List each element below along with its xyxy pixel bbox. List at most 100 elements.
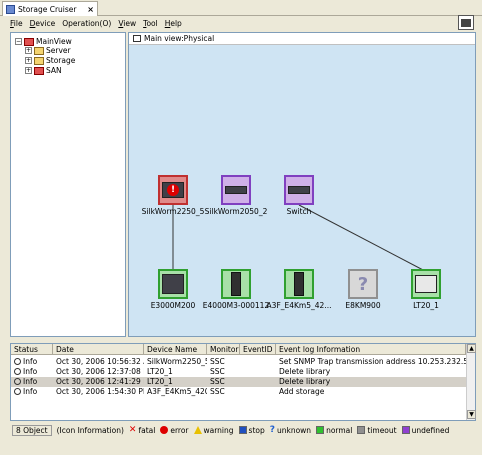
tree-node-storage[interactable]: + Storage	[25, 56, 75, 65]
status-cell: Info	[11, 367, 53, 377]
legend-stop: stop	[238, 425, 265, 435]
printer-icon	[461, 18, 471, 27]
device-label: SilkWorm2250_5	[141, 207, 205, 216]
eventid-cell	[240, 357, 276, 367]
column-header-event-info[interactable]: Event log Information	[276, 344, 466, 355]
column-header-date[interactable]: Date	[53, 344, 144, 355]
date-cell: Oct 30, 2006 1:54:30 PM	[56, 387, 144, 396]
info-icon	[14, 358, 21, 365]
menu-view-label: iew	[123, 19, 137, 28]
legend-label: undefined	[411, 425, 450, 435]
fatal-icon: ✕	[128, 425, 137, 435]
status-text: Info	[23, 387, 38, 396]
device-node-switch[interactable]	[284, 175, 314, 205]
expand-icon[interactable]: +	[25, 57, 32, 64]
storage-tower-icon	[294, 272, 304, 296]
status-cell: Info	[11, 387, 53, 397]
table-row-selected[interactable]: Info Oct 30, 2006 12:41:29 PM LT20_1 SSC…	[11, 377, 466, 387]
date-cell: Oct 30, 2006 10:56:32 AM	[56, 357, 144, 366]
device-node-e3000m200[interactable]	[158, 269, 188, 299]
toolbar-print-button[interactable]	[458, 15, 474, 30]
device-label: E8KM900	[345, 301, 381, 310]
status-cell: Info	[11, 377, 53, 387]
event-log-table: Status Date Device Name Monitor EventID …	[10, 343, 476, 421]
info-cell: Delete library	[279, 377, 331, 386]
device-node-lt20-1[interactable]	[411, 269, 441, 299]
date-cell: Oct 30, 2006 12:41:29 PM	[56, 377, 144, 386]
menu-device[interactable]: Device	[30, 19, 56, 28]
device-label: Switch	[286, 207, 312, 216]
column-header-status[interactable]: Status	[11, 344, 53, 355]
menu-help[interactable]: Help	[165, 19, 182, 28]
event-log-header: Status Date Device Name Monitor EventID …	[11, 344, 466, 355]
device-label: LT20_1	[413, 301, 439, 310]
device-node-e8km900[interactable]: ?	[348, 269, 378, 299]
menubar: File Device Operation(O) View Tool Help	[0, 16, 482, 31]
monitor-cell: SSC	[210, 377, 225, 386]
menu-device-label: evice	[35, 19, 56, 28]
device-label: SilkWorm2050_2	[204, 207, 268, 216]
menu-tool-label: ool	[146, 19, 158, 28]
legend-label: stop	[248, 425, 265, 435]
device-cell: A3F_E4Km5_420...	[147, 387, 207, 396]
device-label: E3000M200	[150, 301, 196, 310]
tree-label-storage: Storage	[46, 56, 76, 65]
unknown-icon: ?	[269, 425, 275, 435]
storage-tower-icon	[231, 272, 241, 296]
column-header-device-name[interactable]: Device Name	[144, 344, 207, 355]
legend-label: error	[170, 425, 189, 435]
menu-operation[interactable]: Operation(O)	[62, 19, 111, 28]
tab-storage-cruiser[interactable]: Storage Cruiser ×	[2, 1, 98, 16]
device-node-silkworm2050-2[interactable]	[221, 175, 251, 205]
menu-help-label: elp	[170, 19, 182, 28]
legend-label: timeout	[367, 425, 397, 435]
eventid-cell	[240, 387, 276, 397]
device-node-silkworm2250-5[interactable]: !	[158, 175, 188, 205]
table-row[interactable]: Info Oct 30, 2006 12:37:08 PM LT20_1 SSC…	[11, 367, 466, 377]
folder-icon	[34, 56, 44, 65]
info-icon	[14, 368, 21, 375]
tree-node-mainview[interactable]: − MainView	[15, 37, 72, 46]
switch-icon	[288, 186, 310, 194]
expand-icon[interactable]: +	[25, 67, 32, 74]
scroll-down-icon[interactable]: ▼	[467, 410, 476, 419]
legend-normal: normal	[316, 426, 352, 435]
status-text: Info	[23, 377, 38, 386]
device-node-a3f-e4km5[interactable]	[284, 269, 314, 299]
status-text: Info	[23, 357, 38, 366]
expand-icon[interactable]: +	[25, 47, 32, 54]
collapse-icon[interactable]: −	[15, 38, 22, 45]
legend-unknown: ? unknown	[270, 425, 311, 435]
table-row[interactable]: Info Oct 30, 2006 1:54:30 PM A3F_E4Km5_4…	[11, 387, 466, 397]
device-cell: LT20_1	[147, 367, 173, 376]
tree-node-san[interactable]: + SAN	[25, 66, 62, 75]
tree-label-server: Server	[46, 46, 71, 55]
app-icon	[6, 4, 15, 14]
column-header-monitor[interactable]: Monitor	[207, 344, 240, 355]
legend-label: unknown	[276, 425, 312, 435]
menu-operation-label: Operation(O)	[62, 19, 112, 28]
tree-label-san: SAN	[46, 66, 62, 75]
device-label: A3F_E4Km5_42...	[266, 301, 332, 310]
legend-fatal: ✕ fatal	[129, 425, 155, 435]
tab-strip: Storage Cruiser ×	[0, 0, 482, 16]
device-node-e4000m3[interactable]	[221, 269, 251, 299]
table-row[interactable]: Info Oct 30, 2006 10:56:32 AM SilkWorm22…	[11, 357, 466, 367]
scroll-up-icon[interactable]: ▲	[467, 344, 476, 353]
menu-file[interactable]: File	[10, 19, 23, 28]
close-icon[interactable]: ×	[87, 5, 94, 14]
undefined-icon	[401, 426, 410, 434]
menu-view[interactable]: View	[118, 19, 136, 28]
log-vertical-scrollbar[interactable]: ▲ ▼	[466, 344, 476, 420]
status-bar: 8 Object (Icon Information) ✕ fatal error…	[10, 424, 476, 436]
column-header-eventid[interactable]: EventID	[240, 344, 276, 355]
info-icon	[14, 388, 21, 395]
object-count: 8 Object	[12, 424, 52, 436]
menu-tool[interactable]: Tool	[143, 19, 158, 28]
fatal-icon: !	[167, 184, 179, 196]
info-cell: Delete library	[279, 367, 331, 376]
eventid-cell	[240, 377, 276, 387]
tab-title: Storage Cruiser	[18, 4, 77, 14]
eventid-cell	[240, 367, 276, 377]
tree-node-server[interactable]: + Server	[25, 46, 71, 55]
